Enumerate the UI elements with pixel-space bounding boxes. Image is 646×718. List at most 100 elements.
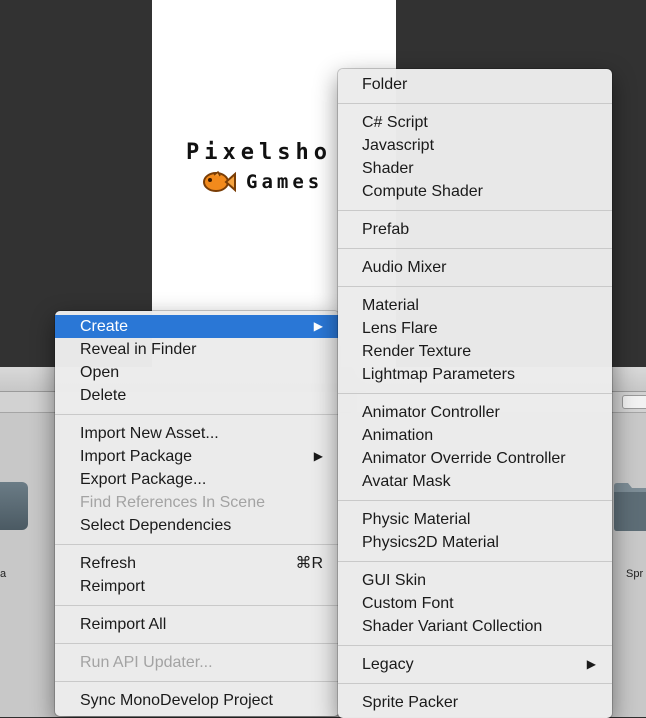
create-submenu-item-javascript[interactable]: Javascript [338,134,612,157]
context-menu-item-reveal-in-finder[interactable]: Reveal in Finder [55,338,339,361]
menu-item-label: Open [80,364,120,381]
create-submenu-item-shader[interactable]: Shader [338,157,612,180]
menu-item-label: Create [80,318,129,335]
context-menu-item-find-references-in-scene: Find References In Scene [55,491,339,514]
menu-item-label: Delete [80,387,127,404]
context-menu-item-select-dependencies[interactable]: Select Dependencies [55,514,339,537]
create-submenu-item-animation[interactable]: Animation [338,424,612,447]
menu-separator [338,286,612,287]
context-menu-item-refresh[interactable]: Refresh ⌘R [55,552,339,575]
create-submenu-item-shader-variant-collection[interactable]: Shader Variant Collection [338,615,612,638]
menu-item-label: Reimport All [80,616,167,633]
menu-item-label: Sync MonoDevelop Project [80,692,273,709]
create-submenu-item-animator-controller[interactable]: Animator Controller [338,401,612,424]
logo-text-line1: Pixelsho [186,140,332,165]
create-submenu-item-animator-override-controller[interactable]: Animator Override Controller [338,447,612,470]
context-menu-item-sync-monodevelop-project[interactable]: Sync MonoDevelop Project [55,689,339,712]
asset-thumbnail[interactable] [0,482,28,530]
triangle-right-icon: ▶ [313,449,323,463]
menu-item-label: Folder [362,76,408,93]
context-menu-item-import-package[interactable]: Import Package ▶ [55,445,339,468]
context-menu: Create ▶ Reveal in Finder Open Delete Import … [55,311,339,716]
menu-separator [338,561,612,562]
menu-separator [338,645,612,646]
logo-line2: Games [200,170,323,194]
menu-item-label: Lens Flare [362,320,438,337]
menu-item-label: Material [362,297,419,314]
menu-item-label: Refresh [80,555,137,572]
create-submenu-item-custom-font[interactable]: Custom Font [338,592,612,615]
menu-item-label: Sprite Packer [362,694,459,711]
triangle-right-icon: ▶ [313,319,323,333]
create-submenu: Folder C# Script Javascript Shader Compute S… [338,69,612,718]
menu-item-label: GUI Skin [362,572,427,589]
create-submenu-item-physic-material[interactable]: Physic Material [338,508,612,531]
create-submenu-item-avatar-mask[interactable]: Avatar Mask [338,470,612,493]
create-submenu-item-lightmap-parameters[interactable]: Lightmap Parameters [338,363,612,386]
menu-separator [338,248,612,249]
menu-separator [55,643,339,644]
folder-icon[interactable] [612,478,646,532]
asset-label: a [0,568,7,580]
menu-separator [55,414,339,415]
menu-separator [338,210,612,211]
menu-item-shortcut: ⌘R [295,555,323,572]
menu-separator [338,393,612,394]
menu-item-label: Import New Asset... [80,425,219,442]
context-menu-item-delete[interactable]: Delete [55,384,339,407]
menu-item-label: Physic Material [362,511,471,528]
menu-item-label: Export Package... [80,471,207,488]
context-menu-item-export-package[interactable]: Export Package... [55,468,339,491]
menu-separator [55,681,339,682]
create-submenu-item-c-script[interactable]: C# Script [338,111,612,134]
menu-item-label: Reveal in Finder [80,341,197,358]
menu-item-label: Custom Font [362,595,454,612]
menu-item-label: Lightmap Parameters [362,366,515,383]
asset-label: Spr [626,568,644,580]
create-submenu-item-prefab[interactable]: Prefab [338,218,612,241]
context-menu-item-reimport-all[interactable]: Reimport All [55,613,339,636]
menu-item-label: Import Package [80,448,193,465]
menu-item-label: Render Texture [362,343,472,360]
menu-item-label: Run API Updater... [80,654,213,671]
menu-item-label: Javascript [362,137,435,154]
menu-item-label: Avatar Mask [362,473,451,490]
menu-item-label: Legacy [362,656,414,673]
fish-icon [203,170,236,193]
menu-item-label: Find References In Scene [80,494,265,511]
search-field[interactable] [622,395,646,409]
menu-item-label: Animator Override Controller [362,450,566,467]
create-submenu-item-physics2d-material[interactable]: Physics2D Material [338,531,612,554]
context-menu-item-run-api-updater: Run API Updater... [55,651,339,674]
menu-item-label: Animation [362,427,434,444]
menu-separator [55,544,339,545]
create-submenu-item-material[interactable]: Material [338,294,612,317]
create-submenu-item-sprite-packer[interactable]: Sprite Packer [338,691,612,714]
menu-item-label: Shader Variant Collection [362,618,543,635]
context-menu-item-import-new-asset[interactable]: Import New Asset... [55,422,339,445]
context-menu-item-create[interactable]: Create ▶ [55,315,339,338]
menu-separator [338,103,612,104]
menu-item-label: C# Script [362,114,428,131]
menu-item-label: Reimport [80,578,145,595]
create-submenu-item-lens-flare[interactable]: Lens Flare [338,317,612,340]
menu-separator [55,605,339,606]
context-menu-item-open[interactable]: Open [55,361,339,384]
create-submenu-item-audio-mixer[interactable]: Audio Mixer [338,256,612,279]
menu-item-label: Physics2D Material [362,534,499,551]
menu-item-label: Select Dependencies [80,517,232,534]
create-submenu-item-gui-skin[interactable]: GUI Skin [338,569,612,592]
triangle-right-icon: ▶ [586,657,596,671]
menu-item-label: Prefab [362,221,410,238]
menu-separator [338,500,612,501]
context-menu-item-reimport[interactable]: Reimport [55,575,339,598]
create-submenu-item-legacy[interactable]: Legacy ▶ [338,653,612,676]
menu-separator [338,683,612,684]
create-submenu-item-folder[interactable]: Folder [338,73,612,96]
menu-item-label: Animator Controller [362,404,500,421]
create-submenu-item-compute-shader[interactable]: Compute Shader [338,180,612,203]
menu-item-label: Compute Shader [362,183,483,200]
create-submenu-item-render-texture[interactable]: Render Texture [338,340,612,363]
menu-item-label: Audio Mixer [362,259,447,276]
menu-item-label: Shader [362,160,414,177]
